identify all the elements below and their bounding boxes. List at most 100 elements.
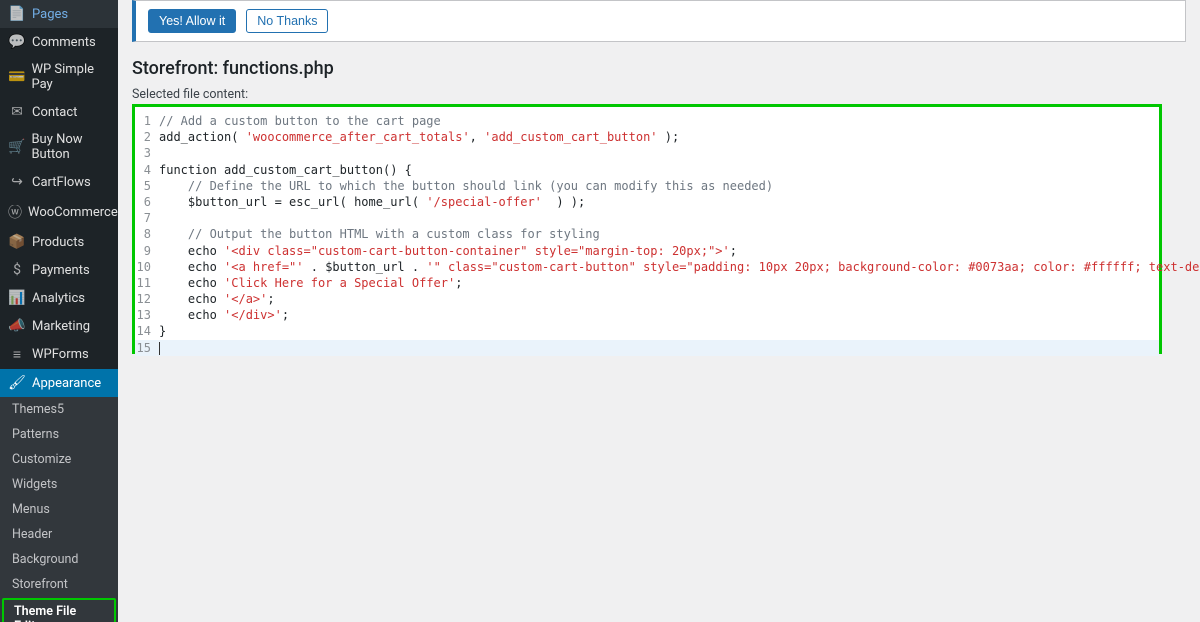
sidebar-item-appearance[interactable]: 🖌 Appearance (0, 369, 118, 397)
line-number: 11 (135, 275, 159, 291)
code-content: } (159, 323, 166, 339)
submenu-item-theme-file-editor[interactable]: Theme File Editor (2, 598, 116, 622)
code-content: // Define the URL to which the button sh… (159, 178, 773, 194)
admin-sidebar: 📄 Pages 💬 Comments 💳 WP Simple Pay ✉Contact🛒Bu… (0, 0, 118, 622)
sidebar-item-buy-now-button[interactable]: 🛒Buy Now Button (0, 126, 118, 168)
submenu-label: Menus (12, 502, 50, 517)
sidebar-item-label: CartFlows (32, 175, 91, 190)
sidebar-item-label: Contact (32, 105, 77, 120)
sidebar-item-marketing[interactable]: 📣 Marketing (0, 312, 118, 340)
line-number: 14 (135, 323, 159, 339)
sidebar-item-label: WP Simple Pay (31, 62, 110, 92)
line-number: 13 (135, 307, 159, 323)
code-content: echo '<a href="' . $button_url . '" clas… (159, 259, 1200, 275)
sidebar-item-woocommerce[interactable]: ⓦ WooCommerce (0, 196, 118, 228)
menu-icon: 🛒 (8, 139, 25, 155)
menu-icon: ↪ (8, 174, 26, 190)
menu-icon: $ (8, 262, 26, 278)
sidebar-item-cartflows[interactable]: ↪ CartFlows (0, 168, 118, 196)
line-number: 3 (135, 145, 159, 161)
code-line[interactable]: 12 echo '</a>'; (135, 291, 1159, 307)
menu-icon: 📊 (8, 290, 26, 306)
sidebar-item-label: WPForms (32, 347, 89, 362)
submenu-item-background[interactable]: Background (0, 547, 118, 572)
line-number: 6 (135, 194, 159, 210)
code-content: $button_url = esc_url( home_url( '/speci… (159, 194, 585, 210)
code-line[interactable]: 11 echo 'Click Here for a Special Offer'… (135, 275, 1159, 291)
menu-icon: 💳 (8, 69, 25, 85)
code-content: echo 'Click Here for a Special Offer'; (159, 275, 462, 291)
page-title: Storefront: functions.php (132, 58, 1186, 79)
code-line[interactable]: 3 (135, 145, 1159, 161)
sidebar-item-contact[interactable]: ✉Contact (0, 98, 118, 126)
menu-icon: ≡ (8, 346, 26, 363)
code-line[interactable]: 5 // Define the URL to which the button … (135, 178, 1159, 194)
line-number: 8 (135, 226, 159, 242)
code-line[interactable]: 8 // Output the button HTML with a custo… (135, 226, 1159, 242)
sidebar-item-wpforms[interactable]: ≡ WPForms (0, 340, 118, 369)
submenu-item-themes[interactable]: Themes5 (0, 397, 118, 422)
sidebar-item-label: Analytics (32, 291, 85, 306)
menu-icon: 💬 (8, 34, 26, 50)
update-badge: 5 (57, 402, 64, 417)
line-number: 1 (135, 113, 159, 129)
code-line[interactable]: 6 $button_url = esc_url( home_url( '/spe… (135, 194, 1159, 210)
appearance-submenu: Themes5 Patterns Customize Widgets Menus Head… (0, 397, 118, 622)
sidebar-item-label: Appearance (32, 376, 101, 391)
code-line[interactable]: 9 echo '<div class="custom-cart-button-c… (135, 243, 1159, 259)
submenu-label: Background (12, 552, 78, 567)
no-thanks-button[interactable]: No Thanks (246, 9, 328, 33)
sidebar-item-label: Comments (32, 35, 96, 50)
sidebar-item-comments[interactable]: 💬 Comments (0, 28, 118, 56)
submenu-label: Storefront (12, 577, 68, 592)
line-number: 9 (135, 243, 159, 259)
code-content (159, 340, 160, 356)
submenu-item-storefront[interactable]: Storefront (0, 572, 118, 597)
main-content: Yes! Allow it No Thanks Storefront: func… (118, 0, 1200, 622)
sidebar-item-analytics[interactable]: 📊 Analytics (0, 284, 118, 312)
submenu-item-patterns[interactable]: Patterns (0, 422, 118, 447)
submenu-label: Themes (12, 402, 57, 417)
submenu-label: Theme File Editor (14, 604, 76, 622)
code-line[interactable]: 7 (135, 210, 1159, 226)
code-content: echo '<div class="custom-cart-button-con… (159, 243, 737, 259)
submenu-item-customize[interactable]: Customize (0, 447, 118, 472)
line-number: 15 (135, 340, 159, 356)
menu-icon: ⓦ (8, 202, 22, 222)
text-cursor (159, 342, 160, 355)
submenu-label: Widgets (12, 477, 57, 492)
sidebar-item-label: Products (32, 235, 84, 250)
submenu-label: Patterns (12, 427, 59, 442)
submenu-label: Customize (12, 452, 71, 467)
line-number: 12 (135, 291, 159, 307)
code-line[interactable]: 10 echo '<a href="' . $button_url . '" c… (135, 259, 1159, 275)
code-content: echo '</a>'; (159, 291, 275, 307)
submenu-item-header[interactable]: Header (0, 522, 118, 547)
code-line[interactable]: 2add_action( 'woocommerce_after_cart_tot… (135, 129, 1159, 145)
code-editor[interactable]: 1// Add a custom button to the cart page… (132, 104, 1162, 354)
code-content: // Add a custom button to the cart page (159, 113, 441, 129)
sidebar-item-label: Pages (32, 7, 68, 22)
code-line[interactable]: 4function add_custom_cart_button() { (135, 162, 1159, 178)
sidebar-item-label: Payments (32, 263, 90, 278)
allow-button[interactable]: Yes! Allow it (148, 9, 236, 33)
menu-icon: 📣 (8, 318, 26, 334)
sidebar-item-products[interactable]: 📦 Products (0, 228, 118, 256)
code-line[interactable]: 14} (135, 323, 1159, 339)
sidebar-item-label: WooCommerce (28, 205, 118, 220)
code-content: echo '</div>'; (159, 307, 289, 323)
code-line[interactable]: 13 echo '</div>'; (135, 307, 1159, 323)
code-line[interactable]: 1// Add a custom button to the cart page (135, 113, 1159, 129)
sidebar-item-payments[interactable]: $ Payments (0, 256, 118, 284)
submenu-item-menus[interactable]: Menus (0, 497, 118, 522)
menu-icon: 📄 (8, 6, 26, 22)
code-line[interactable]: 15 (135, 340, 1159, 356)
menu-icon: 📦 (8, 234, 26, 250)
sidebar-item-wp-simple-pay[interactable]: 💳 WP Simple Pay (0, 56, 118, 98)
sidebar-item-pages[interactable]: 📄 Pages (0, 0, 118, 28)
code-content: function add_custom_cart_button() { (159, 162, 412, 178)
code-content: // Output the button HTML with a custom … (159, 226, 600, 242)
brush-icon: 🖌 (8, 375, 26, 391)
sidebar-item-label: Marketing (32, 319, 90, 334)
submenu-item-widgets[interactable]: Widgets (0, 472, 118, 497)
